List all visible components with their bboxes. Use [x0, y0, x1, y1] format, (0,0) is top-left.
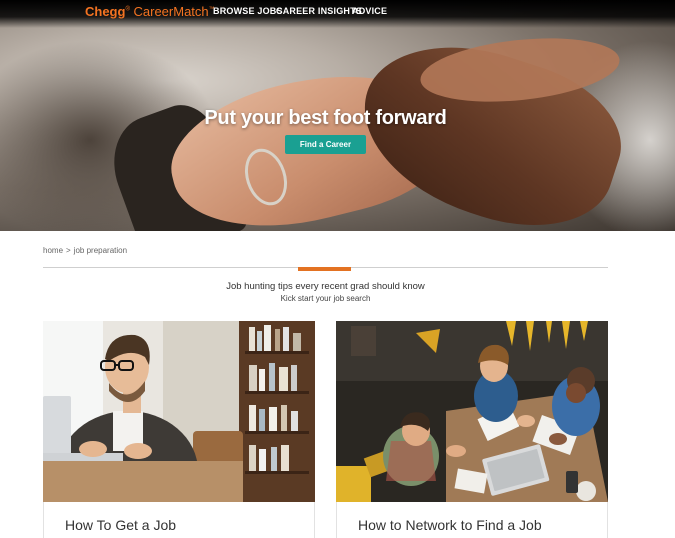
- group-networking-image: [336, 321, 608, 502]
- article-card[interactable]: How to Network to Find a Job: [336, 321, 608, 538]
- article-card-title[interactable]: How To Get a Job: [65, 517, 176, 533]
- section-title: Job hunting tips every recent grad shoul…: [226, 281, 425, 292]
- nav-career-insights[interactable]: CAREER INSIGHTS: [276, 6, 362, 16]
- nav-advice[interactable]: ADVICE: [352, 6, 387, 16]
- logo-registered-mark: ®: [125, 6, 130, 13]
- section-accent-bar: [298, 267, 351, 271]
- hero-banner: Put your best foot forward Find a Career: [0, 0, 675, 231]
- article-card-footer: How to Network to Find a Job: [336, 502, 608, 538]
- section-subtitle: Kick start your job search: [280, 294, 371, 303]
- find-career-button[interactable]: Find a Career: [285, 135, 366, 154]
- breadcrumb: home > job preparation: [43, 246, 127, 255]
- site-logo[interactable]: Chegg® CareerMatch™: [85, 4, 215, 19]
- article-card-image[interactable]: [336, 321, 608, 502]
- logo-product: CareerMatch: [133, 4, 209, 19]
- article-card-image[interactable]: [43, 321, 315, 502]
- nav-browse-jobs[interactable]: BROWSE JOBS: [213, 6, 283, 16]
- breadcrumb-separator: >: [66, 246, 71, 255]
- logo-brand: Chegg: [85, 4, 126, 19]
- article-card[interactable]: How To Get a Job: [43, 321, 315, 538]
- breadcrumb-current: job preparation: [73, 246, 128, 255]
- article-card-title[interactable]: How to Network to Find a Job: [358, 517, 542, 533]
- article-card-footer: How To Get a Job: [43, 502, 315, 538]
- top-navigation: Chegg® CareerMatch™ BROWSE JOBS CAREER I…: [0, 0, 675, 24]
- man-on-laptop-image: [43, 321, 315, 502]
- hero-title: Put your best foot forward: [204, 107, 447, 129]
- breadcrumb-home[interactable]: home: [43, 246, 63, 255]
